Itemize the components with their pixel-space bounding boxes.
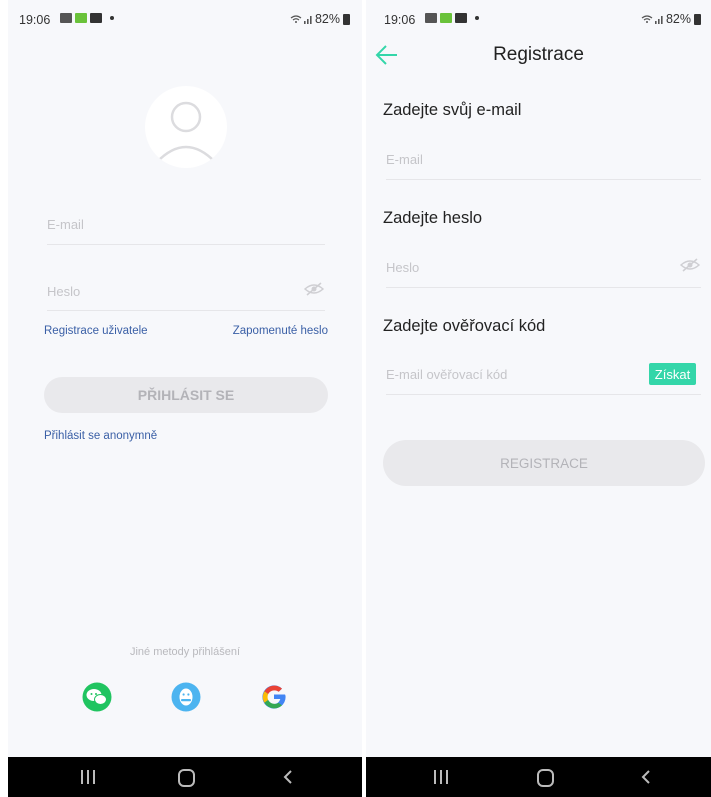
recent-apps-icon[interactable] [81,770,95,784]
notification-icons [60,13,114,23]
google-icon[interactable] [259,682,289,712]
code-label: Zadejte ověřovací kód [383,317,546,335]
email-input[interactable] [47,217,325,232]
battery-percent: 82% [665,12,691,26]
home-icon[interactable] [178,769,195,787]
wifi-signal-icon [290,14,312,24]
eye-hidden-icon[interactable] [679,257,701,273]
anonymous-login-link[interactable]: Přihlásit se anonymně [44,430,157,442]
back-nav-icon[interactable] [280,769,296,785]
status-right: 82% [641,12,701,26]
eye-hidden-icon[interactable] [303,281,325,297]
register-button[interactable]: REGISTRACE [383,440,705,486]
avatar[interactable] [145,86,227,168]
email-label: Zadejte svůj e-mail [383,101,522,119]
status-bar: 19:06 82% [8,0,362,38]
reg-password-field[interactable] [386,257,701,288]
wifi-signal-icon [641,14,663,24]
password-input[interactable] [47,284,287,299]
system-nav-bar [8,757,362,797]
status-time: 19:06 [19,13,51,27]
other-methods-label: Jiné metody přihlášení [129,646,241,658]
password-field[interactable] [47,281,325,311]
login-button[interactable]: PŘIHLÁSIT SE [44,377,328,413]
reg-email-input[interactable] [386,152,701,167]
battery-percent: 82% [314,12,340,26]
login-screen: 19:06 82% E-mail Registrace uživatele Za… [8,0,362,797]
reg-email-field[interactable] [386,151,701,180]
status-time: 19:06 [384,13,416,27]
wechat-icon[interactable] [82,682,112,712]
app-icon [75,13,87,23]
status-bar: 19:06 82% [366,0,711,38]
more-dot-icon [110,16,114,20]
email-field[interactable] [47,216,325,245]
page-title: Registrace [493,44,584,65]
app-icon [440,13,452,23]
get-code-button[interactable]: Získat [649,363,696,385]
status-right: 82% [290,12,350,26]
gallery-icon [60,13,72,23]
home-icon[interactable] [537,769,554,787]
reg-password-input[interactable] [386,260,666,275]
forgot-password-link[interactable]: Zapomenuté heslo [233,325,328,337]
user-avatar-icon [156,101,216,163]
notification-icons [425,13,479,23]
youtube-icon [455,13,467,23]
more-dot-icon [475,16,479,20]
battery-icon [694,13,701,25]
register-link[interactable]: Registrace uživatele [44,325,148,337]
recent-apps-icon[interactable] [434,770,448,784]
back-nav-icon[interactable] [638,769,654,785]
gallery-icon [425,13,437,23]
qq-icon[interactable] [171,682,201,712]
youtube-icon [90,13,102,23]
battery-icon [343,13,350,25]
password-label: Zadejte heslo [383,209,483,227]
registration-screen: 19:06 82% Registrace Zadejte svůj e-mail [366,0,711,797]
code-input[interactable] [386,367,636,382]
system-nav-bar [366,757,711,797]
